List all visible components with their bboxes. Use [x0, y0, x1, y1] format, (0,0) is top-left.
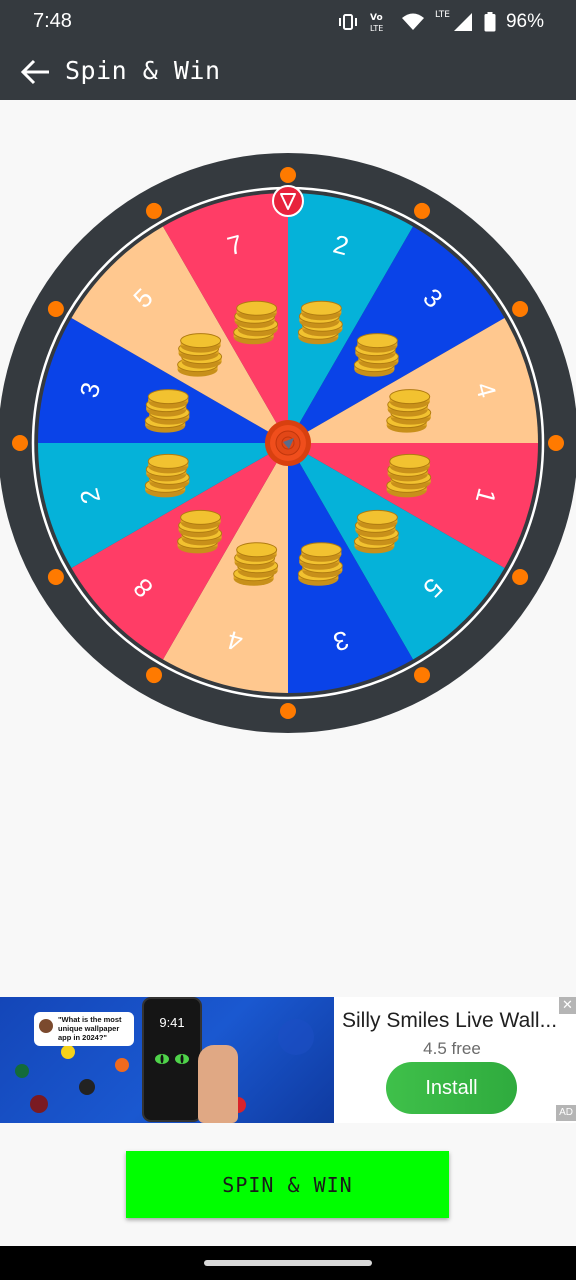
svg-text:LTE: LTE: [370, 24, 383, 33]
navigation-bar: [0, 1246, 576, 1280]
rim-dot: [548, 435, 564, 451]
ad-image[interactable]: "What is the most unique wallpaper app i…: [0, 997, 334, 1123]
cell-signal-icon: [453, 13, 472, 31]
ad-phone-image: 9:41: [142, 997, 202, 1122]
ad-bubble-text: "What is the most unique wallpaper app i…: [58, 1015, 122, 1042]
coin-stack-icon: [353, 509, 399, 554]
wheel-area: 234153482357: [0, 100, 576, 997]
ad-install-button[interactable]: Install: [386, 1062, 517, 1114]
svg-text:Vo: Vo: [370, 13, 383, 23]
rim-dot: [280, 703, 296, 719]
ad-phone-time: 9:41: [159, 1015, 185, 1030]
back-arrow-icon[interactable]: [20, 58, 52, 86]
rim-dot: [280, 167, 296, 183]
rim-dot: [47, 569, 64, 585]
ad-close-icon[interactable]: ✕: [559, 997, 576, 1014]
rim-dot: [146, 202, 162, 219]
vibrate-icon: [339, 14, 357, 30]
ad-badge[interactable]: AD: [556, 1105, 576, 1121]
status-icons: Vo LTE LTE 96%: [337, 8, 544, 36]
wheel-hub-icon[interactable]: [265, 420, 311, 466]
cat-eyes-icon: [155, 1054, 189, 1064]
wheel-pointer-icon: [272, 185, 304, 217]
page-title: Spin & Win: [65, 56, 221, 85]
coin-stack-icon: [386, 453, 432, 498]
rim-dot: [146, 667, 162, 684]
lte-label: LTE: [435, 10, 450, 20]
rim-dot: [512, 301, 529, 317]
ad-hand-image: [198, 1045, 238, 1123]
coin-stack-icon: [144, 453, 190, 498]
battery-icon: [484, 12, 496, 32]
rim-dot: [414, 667, 430, 684]
coin-stack-icon: [386, 389, 432, 433]
battery-percent: 96%: [505, 11, 544, 32]
coin-stack-icon: [177, 333, 223, 377]
volte-icon: Vo LTE: [370, 13, 383, 33]
home-gesture-pill[interactable]: [204, 1260, 372, 1266]
rim-dot: [512, 569, 529, 585]
wifi-icon: [402, 13, 424, 30]
coin-stack-icon: [144, 389, 190, 433]
coin-stack-icon: [177, 509, 223, 554]
coin-stack-icon: [353, 333, 399, 377]
coin-stack-icon: [297, 300, 343, 345]
status-time: 7:48: [33, 10, 72, 32]
ad-banner[interactable]: "What is the most unique wallpaper app i…: [0, 997, 576, 1123]
ad-title[interactable]: Silly Smiles Live Wall...: [342, 1009, 568, 1033]
coin-stack-icon: [233, 300, 279, 345]
ad-avatar: [39, 1019, 53, 1033]
prize-wheel[interactable]: 234153482357: [0, 153, 576, 733]
status-bar: 7:48 Vo LTE LTE 96%: [0, 0, 576, 44]
ad-bubble: "What is the most unique wallpaper app i…: [34, 1012, 134, 1046]
coin-stack-icon: [233, 542, 279, 586]
spin-and-win-button[interactable]: SPIN & WIN: [126, 1151, 449, 1218]
coin-stack-icon: [297, 542, 343, 586]
rim-dot: [47, 301, 64, 317]
app-bar: Spin & Win: [0, 44, 576, 100]
rim-dot: [414, 202, 430, 219]
ad-rating: 4.5 free: [423, 1039, 481, 1058]
ad-text-area: Silly Smiles Live Wall... 4.5 free Insta…: [334, 997, 576, 1123]
rim-dot: [12, 435, 28, 451]
